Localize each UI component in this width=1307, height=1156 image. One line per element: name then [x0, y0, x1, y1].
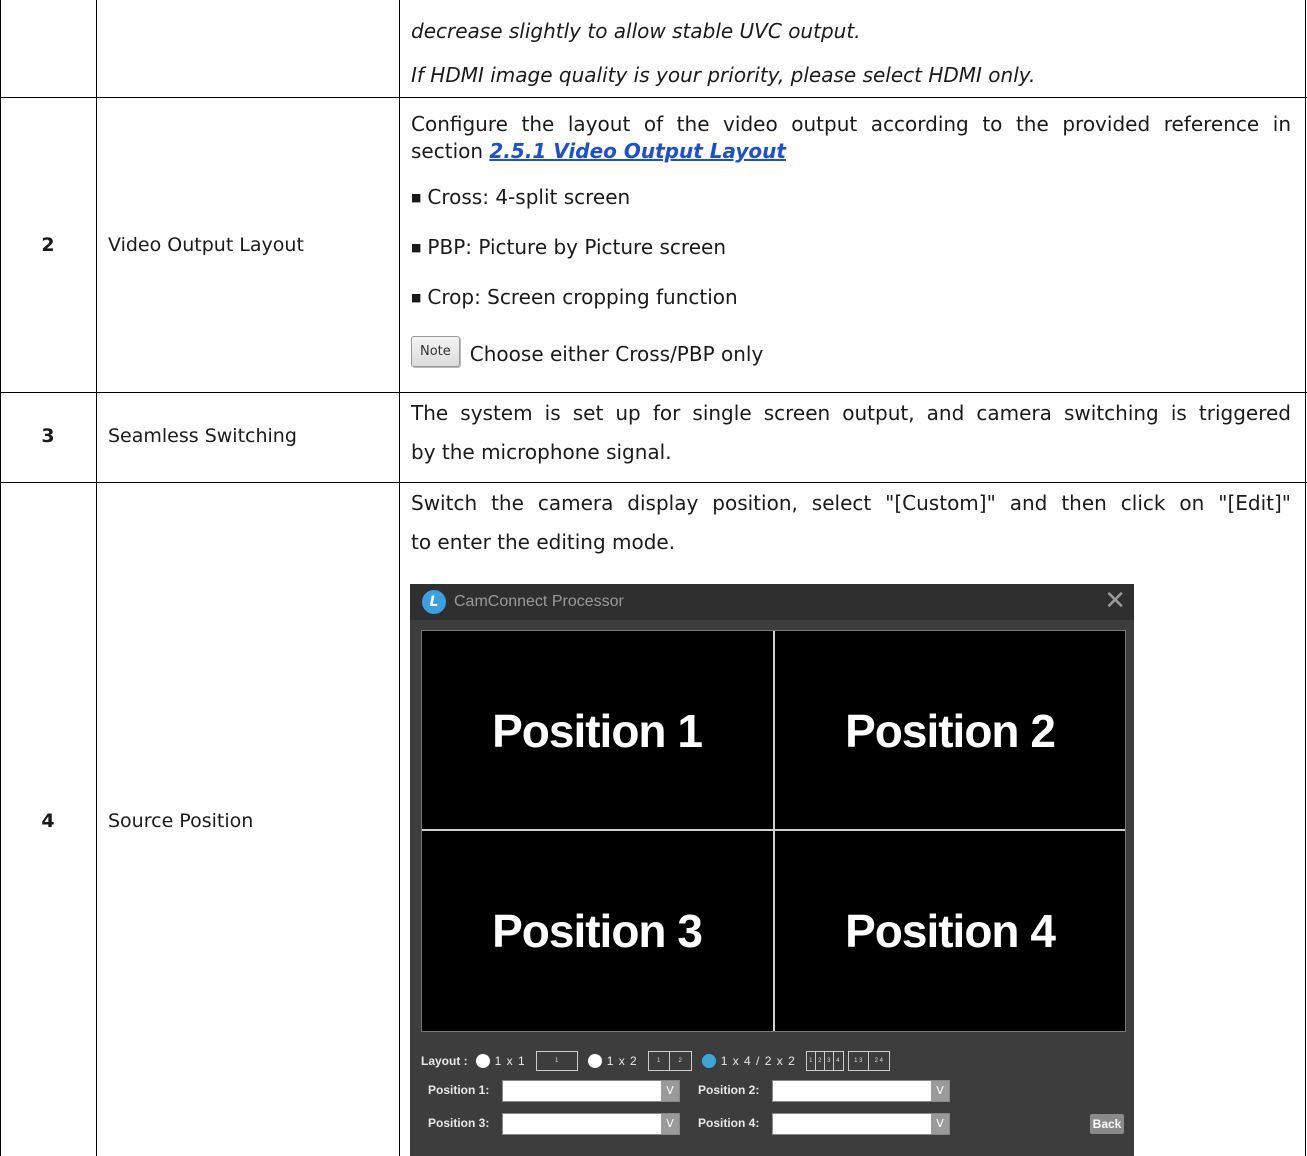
bullet-icon: ■	[411, 291, 422, 304]
back-button[interactable]: Back	[1090, 1114, 1124, 1134]
column-border	[0, 0, 1, 1156]
bullet-item: ■ Crop: Screen cropping function	[411, 284, 1291, 314]
description-line: Switch the camera display position, sele…	[411, 491, 1291, 515]
row-number: 4	[41, 810, 55, 832]
window-titlebar: L CamConnect Processor ✕	[410, 584, 1134, 620]
bullet-text: Crop: Screen cropping function	[427, 285, 738, 309]
row-2-description: Configure the layout of the video output…	[411, 111, 1291, 373]
row-number: 3	[41, 425, 55, 447]
layout-option-label: 1 x 4 / 2 x 2	[720, 1054, 796, 1068]
pane-label: Position 3	[492, 904, 703, 957]
layout-1x1-icon: 1	[535, 1051, 578, 1071]
chevron-down-icon: V	[931, 1081, 949, 1101]
position-2-select[interactable]: V	[772, 1080, 950, 1102]
bullet-icon: ■	[411, 191, 422, 204]
bullet-text: Cross: 4-split screen	[427, 185, 631, 209]
bullet-item: ■ Cross: 4-split screen	[411, 184, 1291, 214]
description-line: The system is set up for single screen o…	[411, 401, 1291, 425]
layout-1x4-icon: 1234	[805, 1051, 844, 1071]
layout-1x2-icon: 12	[647, 1051, 692, 1071]
description-line: by the microphone signal.	[411, 440, 672, 464]
position-3-label: Position 3:	[428, 1116, 490, 1130]
pane-label: Position 2	[845, 704, 1056, 757]
position-4-label: Position 4:	[698, 1116, 760, 1130]
item-name: Source Position	[108, 810, 254, 832]
description-line: section 2.5.1 Video Output Layout	[411, 138, 1291, 165]
position-pane-4[interactable]: Position 4	[775, 831, 1125, 1030]
app-logo-icon: L	[422, 590, 446, 614]
pane-label: Position 1	[492, 704, 703, 757]
layout-radio-1x1[interactable]	[475, 1054, 490, 1068]
row-4-description: Switch the camera display position, sele…	[411, 490, 1291, 556]
position-pane-2[interactable]: Position 2	[775, 631, 1125, 830]
position-2-label: Position 2:	[698, 1083, 760, 1097]
item-name: Video Output Layout	[108, 234, 304, 256]
position-1-select[interactable]: V	[502, 1080, 680, 1102]
column-border	[399, 0, 400, 1156]
section-link[interactable]: 2.5.1 Video Output Layout	[489, 139, 786, 163]
pane-divider	[773, 631, 775, 1031]
bullet-item: ■ PBP: Picture by Picture screen	[411, 234, 1291, 264]
position-3-select[interactable]: V	[502, 1113, 680, 1135]
row-1-description: decrease slightly to allow stable UVC ou…	[411, 18, 1291, 89]
note-text: Choose either Cross/PBP only	[469, 342, 764, 366]
layout-option-label: 1 x 2	[606, 1054, 638, 1068]
note-badge: Note	[411, 336, 460, 367]
chevron-down-icon: V	[661, 1081, 679, 1101]
pane-divider	[422, 829, 1125, 831]
position-pane-1[interactable]: Position 1	[422, 631, 772, 830]
bullet-text: PBP: Picture by Picture screen	[427, 235, 726, 259]
position-4-select[interactable]: V	[772, 1113, 950, 1135]
layout-label: Layout :	[421, 1054, 468, 1068]
chevron-down-icon: V	[931, 1114, 949, 1134]
column-border	[96, 0, 97, 1156]
note-line: Note Choose either Cross/PBP only	[411, 336, 1291, 373]
item-name: Seamless Switching	[108, 425, 297, 447]
camconnect-window: L CamConnect Processor ✕ Position 1 Posi…	[410, 584, 1134, 1156]
column-border	[1305, 0, 1306, 1156]
row-border	[0, 392, 1307, 393]
bullet-icon: ■	[411, 241, 422, 254]
window-title: CamConnect Processor	[454, 593, 624, 610]
video-preview: Position 1 Position 2 Position 3 Positio…	[421, 630, 1126, 1032]
description-line: Configure the layout of the video output…	[411, 112, 1291, 136]
layout-option-label: 1 x 1	[494, 1054, 526, 1068]
layout-radio-1x4[interactable]	[701, 1054, 716, 1068]
layout-selector: Layout : 1 x 1 1 1 x 2 12 1 x 4 / 2 x 2 …	[421, 1050, 900, 1072]
layout-2x2-icon: 1 32 4	[847, 1051, 890, 1071]
section-prefix: section	[411, 139, 490, 163]
position-1-label: Position 1:	[428, 1083, 490, 1097]
row-3-description: The system is set up for single screen o…	[411, 400, 1291, 466]
layout-radio-1x2[interactable]	[587, 1054, 602, 1068]
description-line: to enter the editing mode.	[411, 530, 676, 554]
row-border	[0, 482, 1307, 483]
close-icon[interactable]: ✕	[1104, 587, 1126, 615]
position-pane-3[interactable]: Position 3	[422, 831, 772, 1030]
description-line: decrease slightly to allow stable UVC ou…	[411, 19, 861, 43]
row-border	[0, 97, 1307, 98]
description-line: If HDMI image quality is your priority, …	[411, 63, 1036, 87]
chevron-down-icon: V	[661, 1114, 679, 1134]
row-number: 2	[41, 234, 55, 256]
pane-label: Position 4	[845, 904, 1056, 957]
